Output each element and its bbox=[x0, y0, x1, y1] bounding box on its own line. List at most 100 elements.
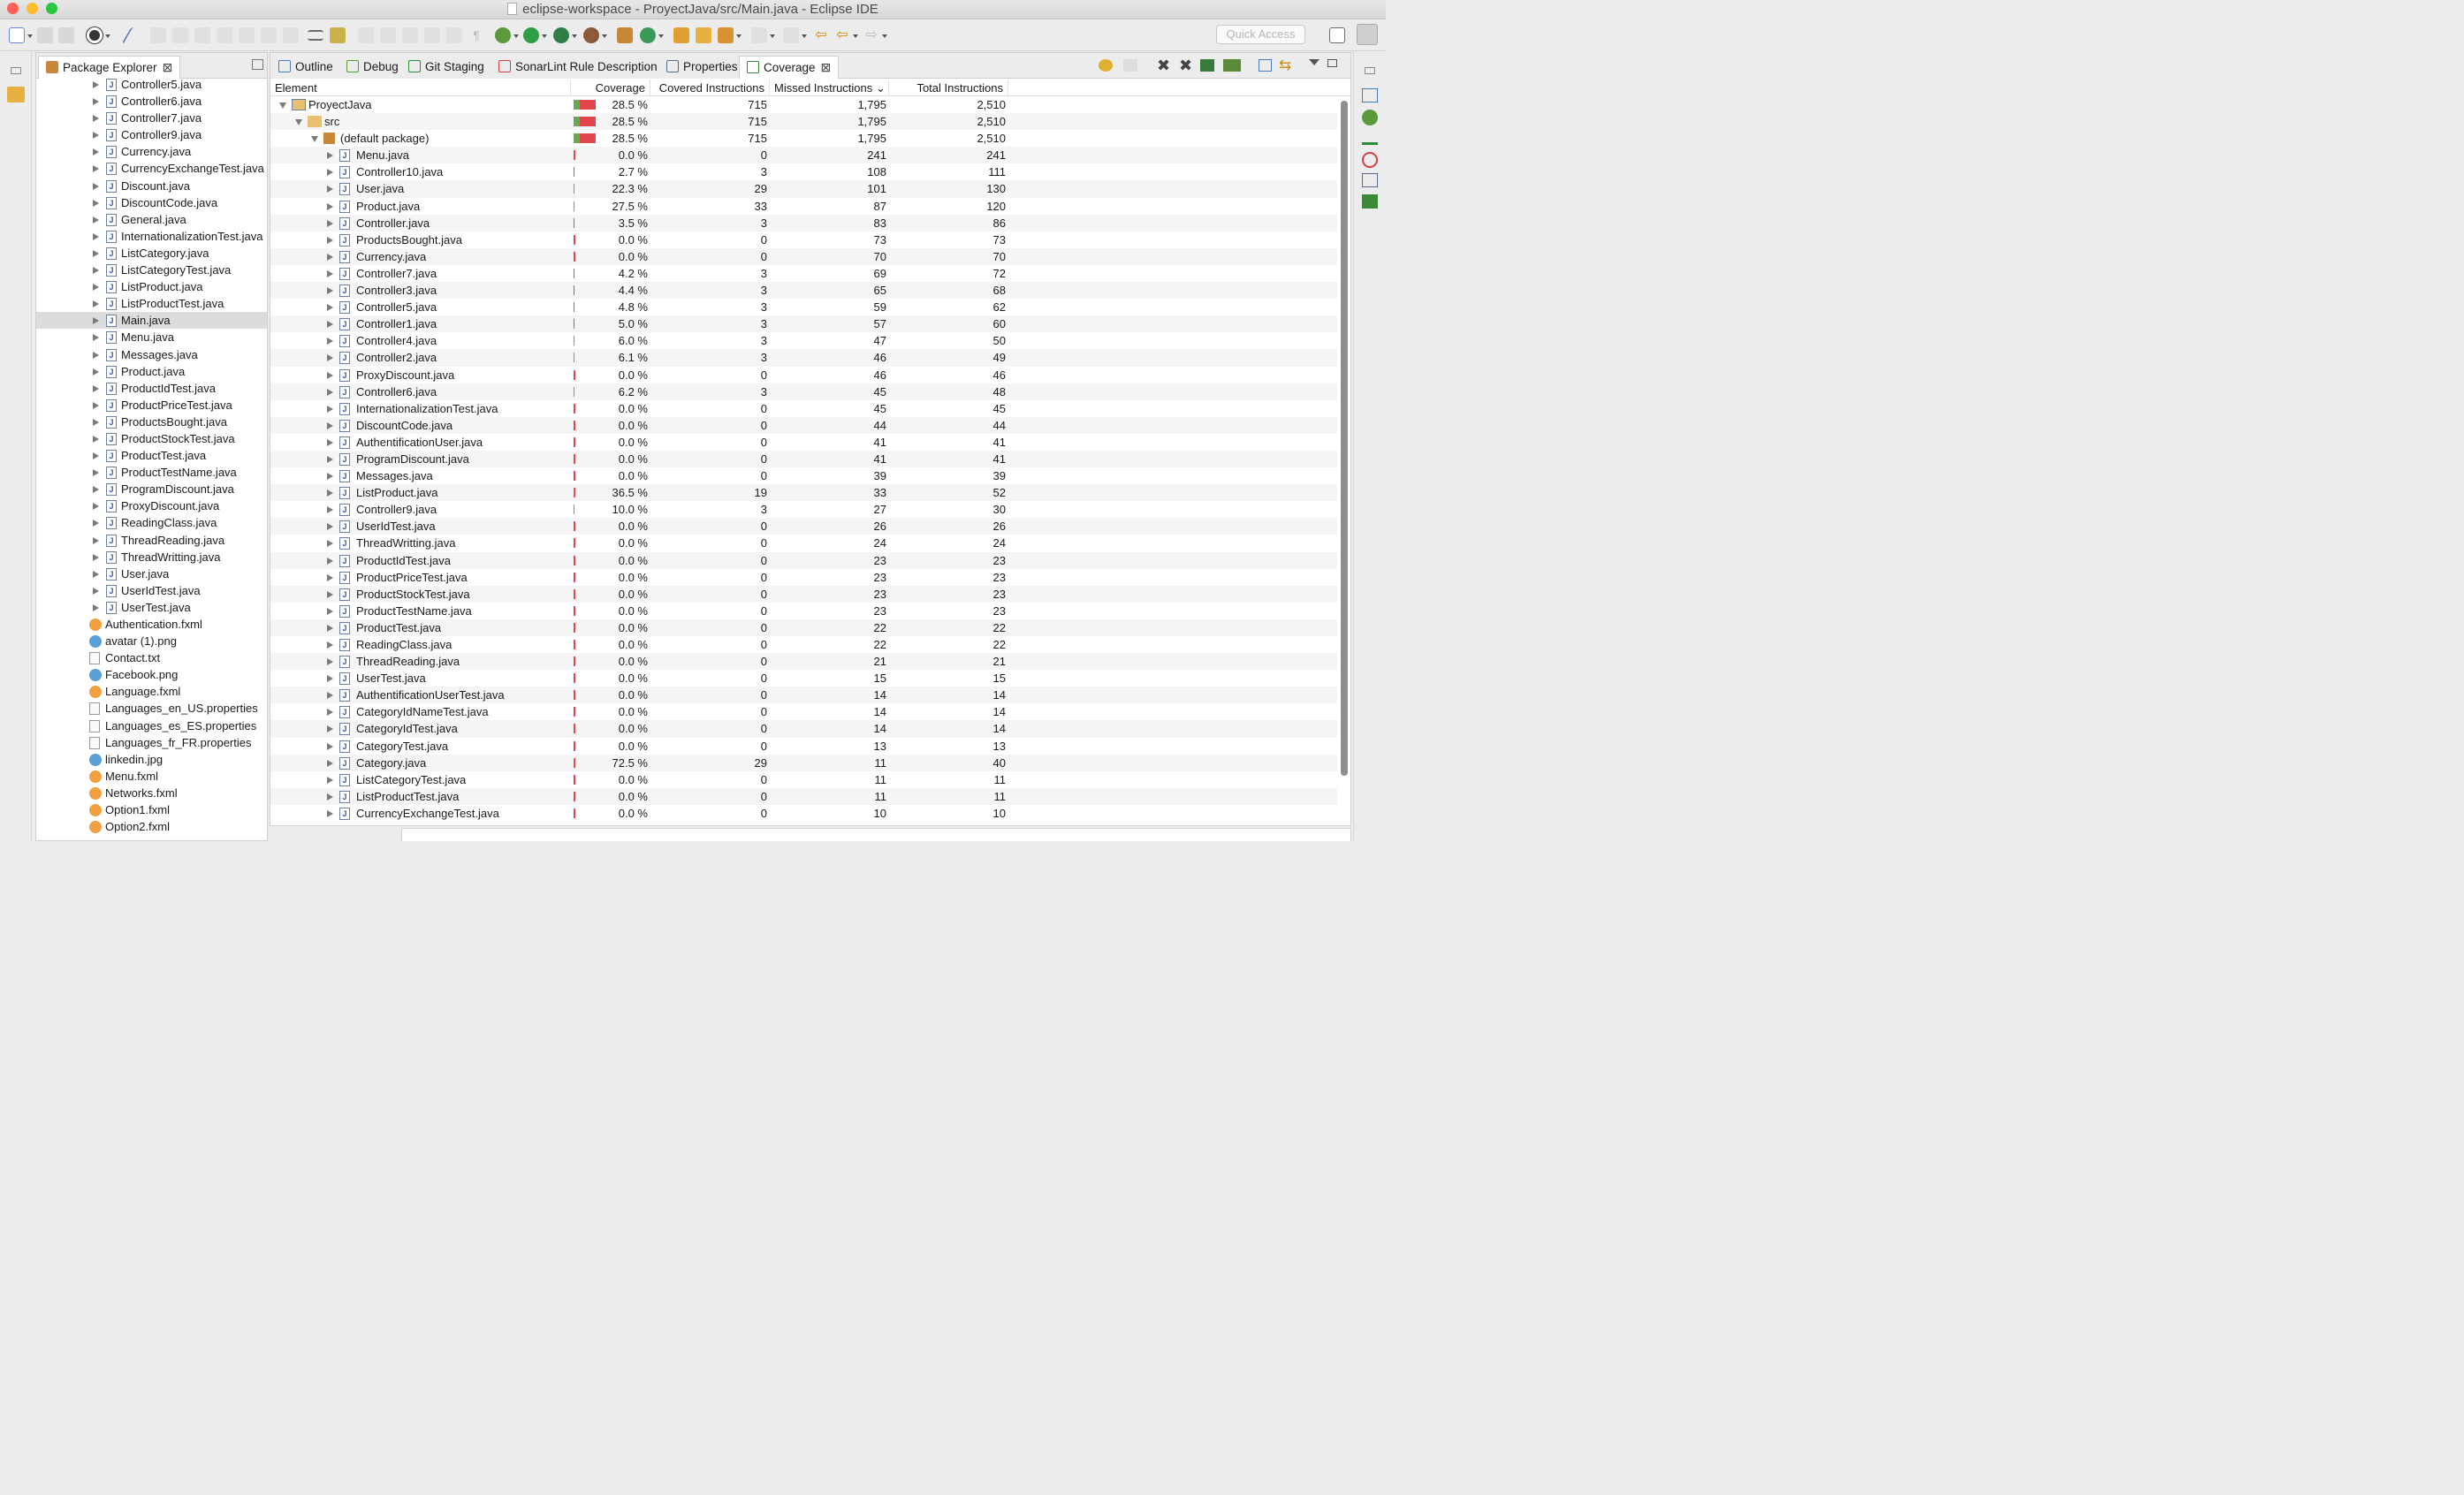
package-explorer-item[interactable]: J Controller9.java bbox=[36, 126, 267, 143]
coverage-row[interactable]: J ProductsBought.java 0.0 % 0 73 73 bbox=[270, 231, 1337, 248]
package-explorer-item[interactable]: J ProductStockTest.java bbox=[36, 430, 267, 447]
properties-view-icon[interactable] bbox=[1362, 173, 1378, 187]
minimize-view-icon[interactable] bbox=[252, 59, 263, 70]
package-explorer-item[interactable]: J Controller6.java bbox=[36, 93, 267, 110]
package-explorer-item[interactable]: J Currency.java bbox=[36, 143, 267, 160]
expand-arrow-icon[interactable] bbox=[327, 725, 333, 733]
link-editor-icon[interactable]: ⇆ bbox=[1279, 57, 1291, 74]
quick-access-input[interactable]: Quick Access bbox=[1216, 25, 1305, 44]
expand-arrow-icon[interactable] bbox=[93, 401, 99, 409]
expand-arrow-icon[interactable] bbox=[327, 641, 333, 649]
external-tools-icon[interactable] bbox=[583, 27, 599, 43]
zoom-window-button[interactable] bbox=[46, 3, 57, 14]
expand-arrow-icon[interactable] bbox=[327, 321, 333, 329]
expand-arrow-icon[interactable] bbox=[327, 573, 333, 581]
close-window-button[interactable] bbox=[7, 3, 19, 14]
new-icon[interactable] bbox=[9, 27, 25, 43]
expand-arrow-icon[interactable] bbox=[327, 709, 333, 717]
expand-arrow-icon[interactable] bbox=[93, 81, 99, 88]
coverage-row[interactable]: J Menu.java 0.0 % 0 241 241 bbox=[270, 147, 1337, 164]
coverage-row[interactable]: src 28.5 % 715 1,795 2,510 bbox=[270, 113, 1337, 131]
export-icon[interactable] bbox=[1200, 59, 1214, 72]
package-explorer-item[interactable]: Languages_fr_FR.properties bbox=[36, 734, 267, 751]
package-explorer-item[interactable]: J General.java bbox=[36, 211, 267, 228]
package-explorer-item[interactable]: J ProductTestName.java bbox=[36, 464, 267, 481]
tools-icon[interactable] bbox=[330, 27, 346, 43]
expand-arrow-icon[interactable] bbox=[327, 438, 333, 446]
package-explorer-item[interactable]: Option2.fxml bbox=[36, 818, 267, 835]
expand-arrow-icon[interactable] bbox=[93, 368, 99, 376]
package-explorer-item[interactable]: linkedin.jpg bbox=[36, 751, 267, 768]
coverage-row[interactable]: J ThreadWritting.java 0.0 % 0 24 24 bbox=[270, 535, 1337, 551]
expand-arrow-icon[interactable] bbox=[93, 469, 99, 477]
expand-arrow-icon[interactable] bbox=[327, 287, 333, 295]
step-return-icon[interactable] bbox=[283, 27, 299, 43]
tab-debug[interactable]: Debug bbox=[339, 56, 406, 79]
package-explorer-item[interactable]: J Controller7.java bbox=[36, 110, 267, 126]
coverage-row[interactable]: J ProductIdTest.java 0.0 % 0 23 23 bbox=[270, 551, 1337, 569]
open-folder-icon[interactable] bbox=[696, 27, 711, 43]
package-explorer-item[interactable]: J ThreadReading.java bbox=[36, 532, 267, 549]
expand-arrow-icon[interactable] bbox=[327, 523, 333, 531]
coverage-row[interactable]: J User.java 22.3 % 29 101 130 bbox=[270, 180, 1337, 198]
coverage-row[interactable]: J UserIdTest.java 0.0 % 0 26 26 bbox=[270, 518, 1337, 535]
expand-arrow-icon[interactable] bbox=[93, 199, 99, 207]
expand-arrow-icon[interactable] bbox=[327, 793, 333, 801]
save-icon[interactable] bbox=[37, 27, 53, 43]
remove-session-icon[interactable]: ✖ bbox=[1157, 57, 1170, 75]
coverage-row[interactable]: J ProgramDiscount.java 0.0 % 0 41 41 bbox=[270, 450, 1337, 468]
package-explorer-item[interactable]: J Product.java bbox=[36, 363, 267, 380]
expand-arrow-icon[interactable] bbox=[93, 553, 99, 561]
expand-arrow-icon[interactable] bbox=[93, 115, 99, 123]
expand-arrow-icon[interactable] bbox=[327, 388, 333, 396]
forward-icon[interactable]: ⇨ bbox=[863, 27, 879, 43]
expand-arrow-icon[interactable] bbox=[327, 489, 333, 497]
expand-arrow-icon[interactable] bbox=[327, 759, 333, 767]
collapse-all-icon[interactable] bbox=[1259, 59, 1272, 72]
package-explorer-item[interactable]: J ProductsBought.java bbox=[36, 414, 267, 430]
debug-run-icon[interactable] bbox=[495, 27, 511, 43]
expand-arrow-icon[interactable] bbox=[327, 186, 333, 194]
expand-arrow-icon[interactable] bbox=[93, 216, 99, 224]
sonarlint-view-icon[interactable] bbox=[1362, 152, 1378, 168]
coverage-row[interactable]: J ProxyDiscount.java 0.0 % 0 46 46 bbox=[270, 367, 1337, 383]
coverage-row[interactable]: (default package) 28.5 % 715 1,795 2,510 bbox=[270, 130, 1337, 147]
coverage-row[interactable]: ProyectJava 28.5 % 715 1,795 2,510 bbox=[270, 96, 1337, 113]
expand-arrow-icon[interactable] bbox=[327, 473, 333, 481]
expand-arrow-icon[interactable] bbox=[327, 304, 333, 312]
package-explorer-item[interactable]: J UserTest.java bbox=[36, 599, 267, 616]
package-explorer-item[interactable]: Menu.fxml bbox=[36, 768, 267, 785]
expand-arrow-icon[interactable] bbox=[93, 300, 99, 308]
coverage-row[interactable]: J ProductTest.java 0.0 % 0 22 22 bbox=[270, 618, 1337, 636]
step-over-icon[interactable] bbox=[261, 27, 277, 43]
coverage-row[interactable]: J CategoryTest.java 0.0 % 0 13 13 bbox=[270, 738, 1337, 755]
expand-arrow-icon[interactable] bbox=[93, 452, 99, 460]
open-type-icon[interactable] bbox=[673, 27, 689, 43]
package-explorer-item[interactable]: J ProductIdTest.java bbox=[36, 380, 267, 397]
package-explorer-item[interactable]: Facebook.png bbox=[36, 666, 267, 683]
step-into-icon[interactable] bbox=[239, 27, 255, 43]
resume-icon[interactable] bbox=[150, 27, 166, 43]
expand-arrow-icon[interactable] bbox=[93, 317, 99, 325]
vertical-scrollbar[interactable] bbox=[1338, 97, 1350, 825]
expand-arrow-icon[interactable] bbox=[327, 809, 333, 817]
expand-arrow-icon[interactable] bbox=[93, 536, 99, 544]
scrollbar-thumb[interactable] bbox=[1341, 101, 1348, 776]
package-explorer-item[interactable]: Languages_en_US.properties bbox=[36, 700, 267, 717]
package-explorer-item[interactable]: J Discount.java bbox=[36, 178, 267, 194]
expand-arrow-icon[interactable] bbox=[327, 169, 333, 177]
coverage-row[interactable]: J ProductStockTest.java 0.0 % 0 23 23 bbox=[270, 585, 1337, 603]
expand-arrow-icon[interactable] bbox=[93, 148, 99, 156]
coverage-row[interactable]: J Controller6.java 6.2 % 3 45 48 bbox=[270, 383, 1337, 400]
package-explorer-item[interactable]: Contact.txt bbox=[36, 649, 267, 666]
coverage-row[interactable]: J DiscountCode.java 0.0 % 0 44 44 bbox=[270, 416, 1337, 434]
doc-icon[interactable] bbox=[446, 27, 462, 43]
sync-icon[interactable] bbox=[424, 27, 440, 43]
package-explorer-item[interactable]: J CurrencyExchangeTest.java bbox=[36, 160, 267, 177]
java-perspective-icon[interactable] bbox=[1357, 24, 1378, 45]
expand-arrow-icon[interactable] bbox=[93, 587, 99, 595]
expand-arrow-icon[interactable] bbox=[93, 249, 99, 257]
expand-arrow-icon[interactable] bbox=[327, 675, 333, 683]
package-explorer-item[interactable]: J ListCategory.java bbox=[36, 245, 267, 262]
expand-arrow-icon[interactable] bbox=[327, 371, 333, 379]
